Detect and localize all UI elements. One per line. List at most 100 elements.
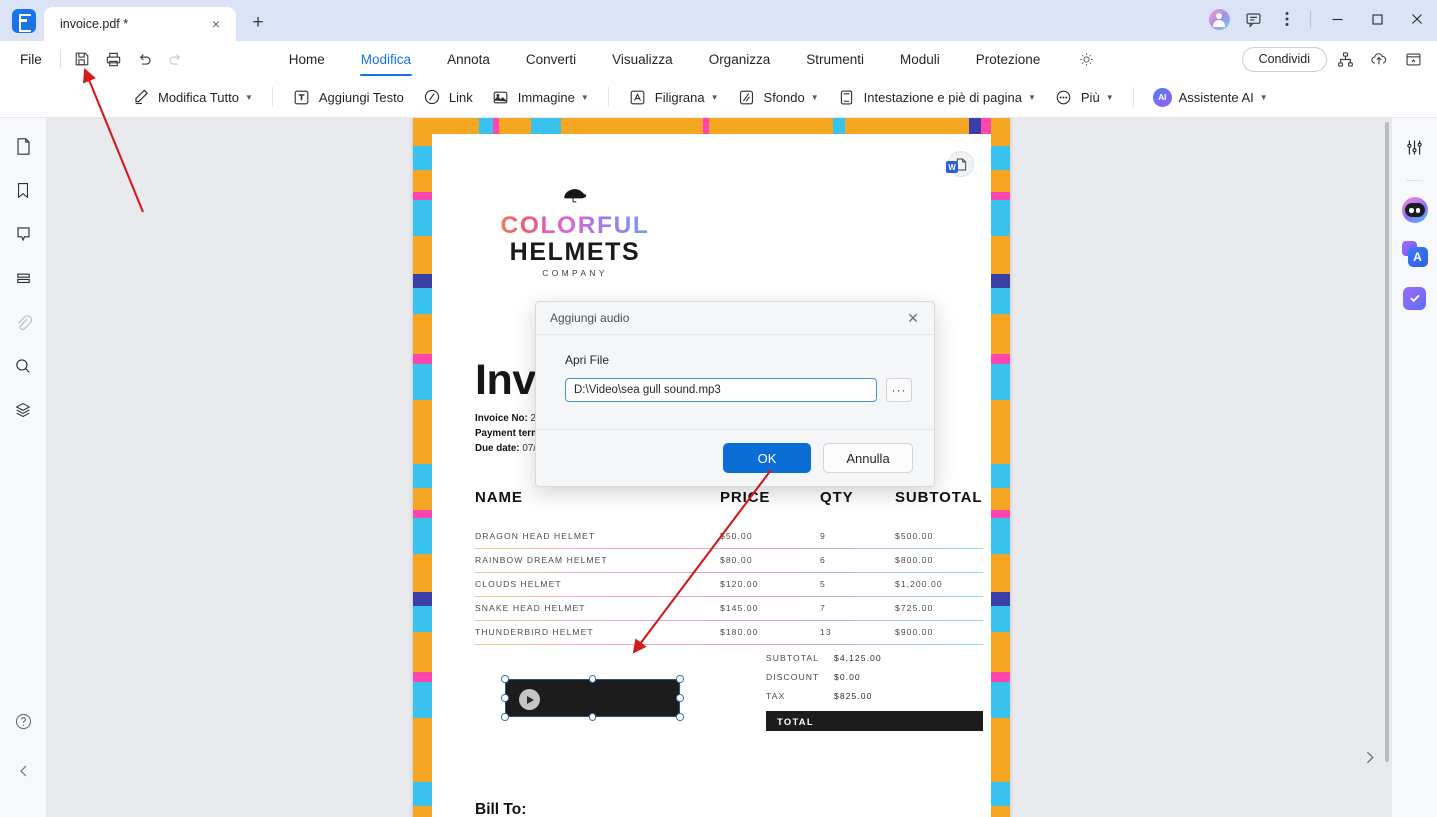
close-icon[interactable]: ✕ xyxy=(902,307,924,329)
ribbon-assistente-ai[interactable]: AI Assistente AI ▼ xyxy=(1144,82,1277,112)
canvas-scrollbar[interactable] xyxy=(1385,122,1389,762)
audio-object-box[interactable] xyxy=(505,679,680,717)
collapse-sidebar-icon[interactable] xyxy=(8,755,40,787)
resize-handle-n[interactable] xyxy=(588,675,596,683)
ribbon-intestazione-pie-pagina[interactable]: Intestazione e piè di pagina ▼ xyxy=(828,82,1045,112)
add-audio-dialog[interactable]: Aggiungi audio ✕ Apri File D:\Video\sea … xyxy=(535,301,935,487)
ok-button[interactable]: OK xyxy=(723,443,811,473)
more-options-icon[interactable] xyxy=(1270,4,1304,34)
print-icon[interactable] xyxy=(98,45,129,73)
close-tab-icon[interactable]: × xyxy=(206,14,226,34)
logo-line-helmets: HELMETS xyxy=(509,237,641,266)
tab-home[interactable]: Home xyxy=(271,42,343,76)
tab-visualizza[interactable]: Visualizza xyxy=(594,42,691,76)
help-icon[interactable] xyxy=(8,705,40,737)
attachment-icon[interactable] xyxy=(7,306,39,338)
totals-value: $0.00 xyxy=(834,672,861,682)
resize-handle-ne[interactable] xyxy=(676,675,684,683)
resize-handle-se[interactable] xyxy=(676,713,684,721)
dialog-header: Aggiungi audio ✕ xyxy=(536,302,934,335)
cell-price: $180.00 xyxy=(720,627,759,637)
ai-badge-icon: AI xyxy=(1152,87,1172,107)
table-row: DRAGON HEAD HELMET $50.00 9 $500.00 xyxy=(475,525,983,549)
tab-modifica[interactable]: Modifica xyxy=(343,42,429,76)
close-window-button[interactable] xyxy=(1397,4,1437,34)
bill-to-label: Bill To: xyxy=(475,801,527,817)
browse-button[interactable]: ··· xyxy=(886,378,912,402)
header-footer-icon xyxy=(837,87,857,107)
next-page-arrow-icon[interactable] xyxy=(1357,745,1381,769)
maximize-button[interactable] xyxy=(1357,4,1397,34)
ribbon-aggiungi-testo[interactable]: Aggiungi Testo xyxy=(283,82,413,112)
ribbon-label: Modifica Tutto xyxy=(158,89,239,105)
link-icon xyxy=(422,87,442,107)
tab-annota[interactable]: Annota xyxy=(429,42,508,76)
save-icon[interactable] xyxy=(67,45,98,73)
search-icon[interactable] xyxy=(7,350,39,382)
right-sidebar: A xyxy=(1391,118,1437,817)
file-path-input[interactable]: D:\Video\sea gull sound.mp3 xyxy=(565,378,877,402)
totals-row-discount: DISCOUNT $0.00 xyxy=(766,668,983,687)
properties-sliders-icon[interactable] xyxy=(1398,130,1432,164)
tab-moduli[interactable]: Moduli xyxy=(882,42,958,76)
undo-icon[interactable] xyxy=(129,45,160,73)
redo-icon[interactable] xyxy=(160,45,191,73)
stamp-layers-icon[interactable] xyxy=(7,394,39,426)
page-thumbnails-icon[interactable] xyxy=(7,130,39,162)
cell-subtotal: $1,200.00 xyxy=(895,579,943,589)
document-tab[interactable]: invoice.pdf * × xyxy=(44,7,236,41)
file-menu-button[interactable]: File xyxy=(0,52,54,67)
cell-subtotal: $900.00 xyxy=(895,627,934,637)
resize-handle-w[interactable] xyxy=(501,694,509,702)
feedback-icon[interactable] xyxy=(1236,4,1270,34)
resize-handle-nw[interactable] xyxy=(501,675,509,683)
ribbon-divider xyxy=(1132,87,1134,107)
minimize-button[interactable] xyxy=(1317,4,1357,34)
share-button[interactable]: Condividi xyxy=(1241,46,1327,72)
comment-icon[interactable] xyxy=(7,218,39,250)
ribbon-divider xyxy=(607,87,609,107)
ribbon-filigrana[interactable]: Filigrana ▼ xyxy=(619,82,728,112)
ribbon-modifica-tutto[interactable]: Modifica Tutto ▼ xyxy=(122,82,262,112)
table-row: CLOUDS HELMET $120.00 5 $1,200.00 xyxy=(475,573,983,597)
theme-toggle-icon[interactable] xyxy=(1072,45,1100,73)
cell-price: $145.00 xyxy=(720,603,759,613)
new-tab-button[interactable]: + xyxy=(244,9,272,37)
resize-handle-e[interactable] xyxy=(676,694,684,702)
totals-label: SUBTOTAL xyxy=(766,653,819,663)
play-icon[interactable] xyxy=(519,689,540,710)
ribbon-sfondo[interactable]: Sfondo ▼ xyxy=(728,82,828,112)
checkmark-tool-icon[interactable] xyxy=(1398,281,1432,315)
left-sidebar-bottom xyxy=(0,705,47,817)
cancel-button[interactable]: Annulla xyxy=(823,443,913,473)
menu-bar: File Home Modifica Annota Converti Visua… xyxy=(0,41,1437,77)
ribbon-immagine[interactable]: Immagine ▼ xyxy=(482,82,598,112)
bookmark-icon[interactable] xyxy=(7,174,39,206)
translate-icon[interactable]: A xyxy=(1398,237,1432,271)
titlebar-divider xyxy=(1310,10,1311,28)
tab-strumenti[interactable]: Strumenti xyxy=(788,42,882,76)
ribbon-link[interactable]: Link xyxy=(413,82,482,112)
chevron-down-icon: ▼ xyxy=(244,92,253,102)
col-header-name: NAME xyxy=(475,489,523,506)
ai-bot-icon[interactable] xyxy=(1398,193,1432,227)
chevron-down-icon: ▼ xyxy=(1105,92,1114,102)
audio-object-selected[interactable] xyxy=(501,675,684,721)
cell-subtotal: $800.00 xyxy=(895,555,934,565)
account-avatar[interactable] xyxy=(1202,4,1236,34)
dialog-body: Apri File D:\Video\sea gull sound.mp3 ··… xyxy=(536,335,934,402)
ribbon-piu[interactable]: Più ▼ xyxy=(1045,82,1123,112)
panel-toggle-icon[interactable] xyxy=(1397,45,1429,73)
resize-handle-sw[interactable] xyxy=(501,713,509,721)
share-network-icon[interactable] xyxy=(1329,45,1361,73)
col-header-subtotal: SUBTOTAL xyxy=(895,489,983,506)
tab-organizza[interactable]: Organizza xyxy=(691,42,789,76)
tab-converti[interactable]: Converti xyxy=(508,42,594,76)
tab-protezione[interactable]: Protezione xyxy=(958,42,1059,76)
export-to-word-badge[interactable]: W xyxy=(946,151,974,177)
cloud-upload-icon[interactable] xyxy=(1363,45,1395,73)
resize-handle-s[interactable] xyxy=(588,713,596,721)
ribbon-divider xyxy=(271,87,273,107)
layers-list-icon[interactable] xyxy=(7,262,39,294)
image-icon xyxy=(491,87,511,107)
